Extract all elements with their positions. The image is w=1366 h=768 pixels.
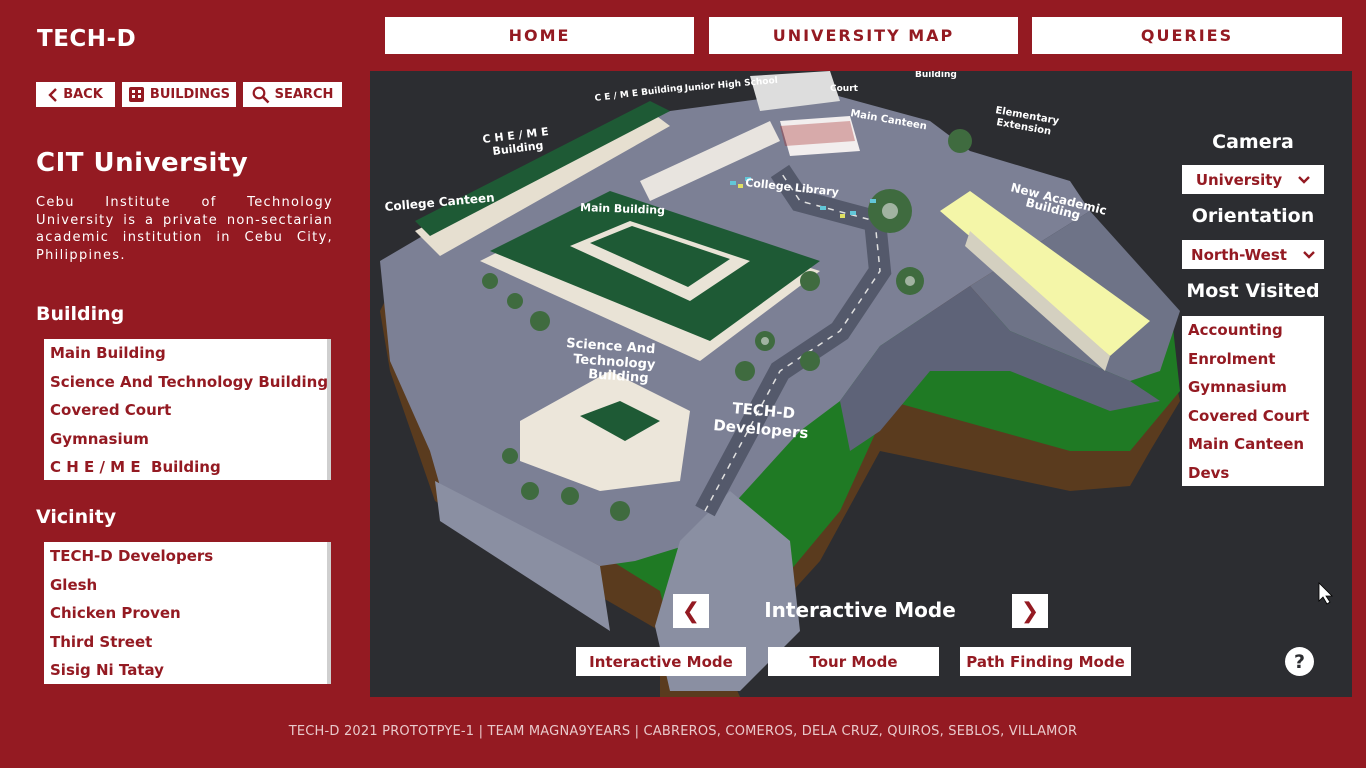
vicinity-item-third-street[interactable]: Third Street (44, 628, 327, 657)
most-visited-heading: Most Visited (1186, 280, 1320, 302)
search-button[interactable]: SEARCH (243, 82, 342, 107)
university-title: CIT University (36, 148, 249, 178)
search-label: SEARCH (274, 87, 334, 102)
mouse-cursor-icon (1318, 582, 1333, 605)
nav-queries-button[interactable]: QUERIES (1032, 17, 1342, 54)
brand-logo: TECH-D (37, 26, 137, 52)
back-label: BACK (63, 87, 103, 102)
most-visited-item-main-canteen[interactable]: Main Canteen (1182, 430, 1324, 459)
nav-home-button[interactable]: HOME (385, 17, 694, 54)
building-icon (128, 87, 144, 102)
building-list[interactable]: Main Building Science And Technology Bui… (44, 339, 331, 480)
map-label-building-top: Building (915, 71, 957, 80)
vicinity-item-sisig-ni-tatay[interactable]: Sisig Ni Tatay (44, 656, 327, 684)
buildings-button[interactable]: BUILDINGS (122, 82, 236, 107)
path-finding-mode-button[interactable]: Path Finding Mode (960, 647, 1131, 676)
buildings-label: BUILDINGS (149, 87, 231, 102)
help-icon[interactable]: ? (1285, 647, 1314, 676)
building-item-main-building[interactable]: Main Building (44, 339, 327, 368)
interactive-mode-button[interactable]: Interactive Mode (576, 647, 746, 676)
orientation-dropdown-value: North-West (1191, 245, 1287, 264)
current-mode-title: Interactive Mode (764, 598, 956, 622)
most-visited-item-devs[interactable]: Devs (1182, 459, 1324, 488)
most-visited-item-covered-court[interactable]: Covered Court (1182, 402, 1324, 431)
vicinity-item-glesh[interactable]: Glesh (44, 571, 327, 600)
building-heading: Building (36, 303, 125, 325)
camera-dropdown[interactable]: University (1182, 165, 1324, 194)
camera-dropdown-value: University (1195, 170, 1283, 189)
vicinity-list[interactable]: TECH-D Developers Glesh Chicken Proven T… (44, 542, 331, 684)
orientation-heading: Orientation (1191, 205, 1315, 227)
chevron-down-icon (1303, 250, 1315, 259)
chevron-down-icon (1298, 175, 1311, 184)
map-label-covered-court: Court (830, 84, 859, 94)
building-item-cheme[interactable]: C H E / M E Building (44, 453, 327, 480)
orientation-dropdown[interactable]: North-West (1182, 240, 1324, 269)
camera-heading: Camera (1212, 131, 1294, 153)
previous-mode-button[interactable]: ❮ (673, 594, 709, 628)
footer-credits: TECH-D 2021 PROTOTPYE-1 | TEAM MAGNA9YEA… (288, 724, 1078, 739)
building-item-covered-court[interactable]: Covered Court (44, 396, 327, 425)
tour-mode-button[interactable]: Tour Mode (768, 647, 939, 676)
vicinity-item-chicken-proven[interactable]: Chicken Proven (44, 599, 327, 628)
building-item-science-technology[interactable]: Science And Technology Building (44, 368, 327, 397)
chevron-left-icon (48, 87, 58, 102)
university-description: Cebu Institute of Technology University … (36, 195, 333, 263)
vicinity-item-techd[interactable]: TECH-D Developers (44, 542, 327, 571)
most-visited-item-gymnasium[interactable]: Gymnasium (1182, 373, 1324, 402)
most-visited-list[interactable]: Accounting Enrolment Gymnasium Covered C… (1182, 316, 1324, 486)
map-label-ceme: C E / M E Building (594, 83, 683, 104)
most-visited-item-enrolment[interactable]: Enrolment (1182, 345, 1324, 374)
nav-university-map-button[interactable]: UNIVERSITY MAP (709, 17, 1018, 54)
search-icon (252, 86, 270, 103)
next-mode-button[interactable]: ❯ (1012, 594, 1048, 628)
back-button[interactable]: BACK (36, 82, 115, 107)
most-visited-item-accounting[interactable]: Accounting (1182, 316, 1324, 345)
building-item-gymnasium[interactable]: Gymnasium (44, 425, 327, 454)
vicinity-heading: Vicinity (36, 506, 117, 528)
